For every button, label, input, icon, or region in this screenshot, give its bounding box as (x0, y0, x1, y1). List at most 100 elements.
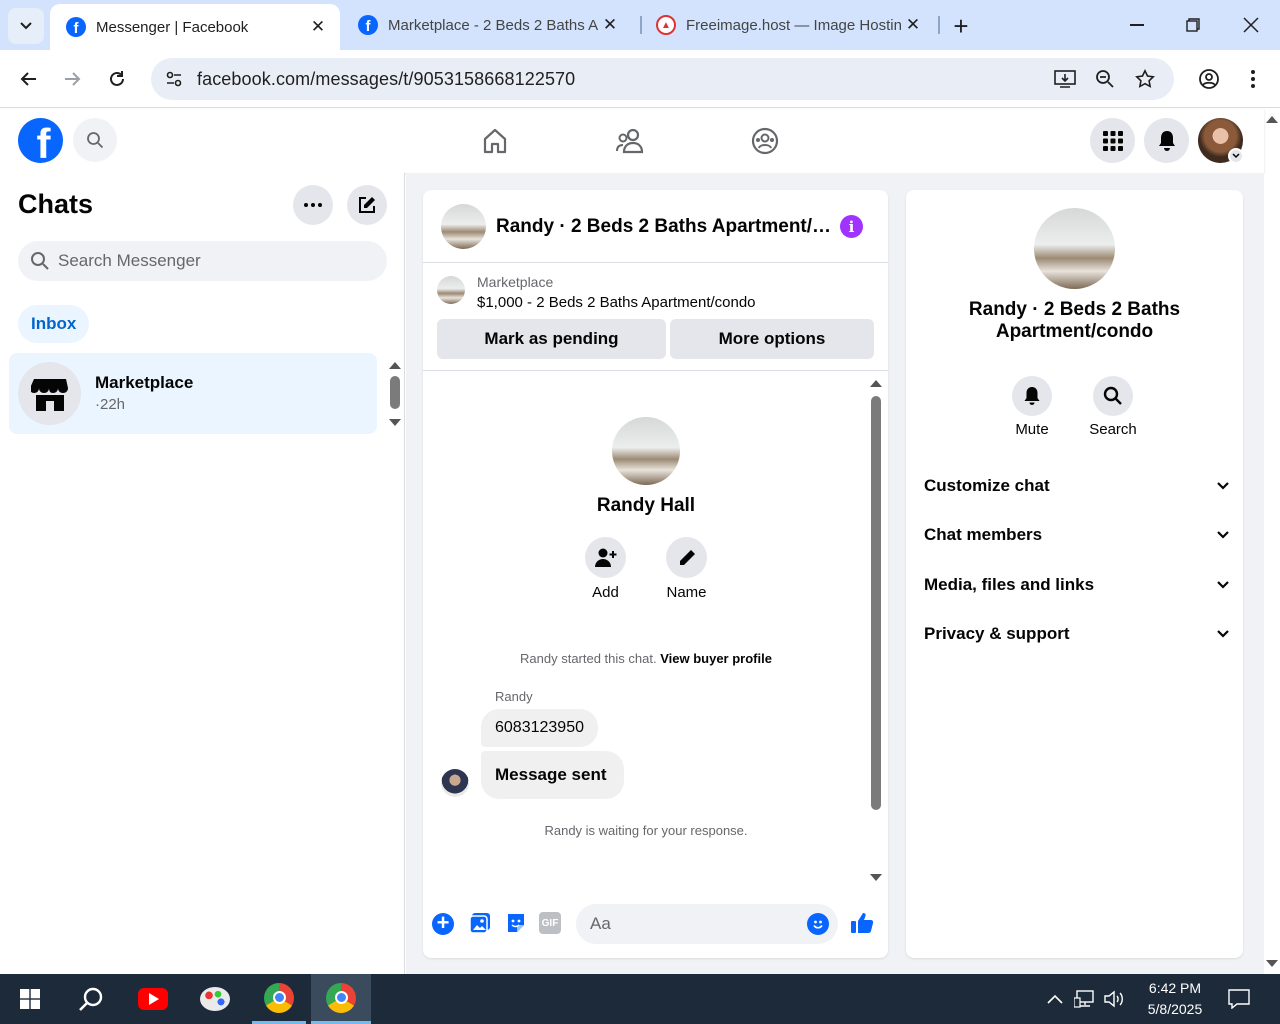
message-text: 6083123950 (495, 719, 584, 736)
minimize-window-button[interactable] (1112, 0, 1162, 50)
browser-menu-button[interactable] (1236, 62, 1270, 96)
address-bar[interactable]: facebook.com/messages/t/9053158668122570 (151, 58, 1174, 100)
facebook-logo[interactable]: f (18, 118, 63, 163)
photo-icon (469, 913, 490, 934)
more-actions-button[interactable]: + (432, 912, 454, 935)
bell-icon (1158, 130, 1175, 151)
facebook-search-button[interactable] (73, 118, 117, 162)
close-tab-icon[interactable]: ✕ (306, 17, 330, 37)
nav-groups[interactable] (730, 117, 800, 165)
restore-icon (1186, 18, 1200, 32)
forward-button[interactable] (55, 62, 89, 96)
notification-center-button[interactable] (1222, 974, 1256, 1024)
new-message-button[interactable] (347, 185, 387, 225)
sticker-button[interactable] (505, 912, 527, 934)
message-bubble[interactable]: Message sent (481, 751, 624, 799)
browser-toolbar: facebook.com/messages/t/9053158668122570 (0, 50, 1280, 108)
gif-button[interactable]: GIF (539, 912, 561, 934)
chat-list-scroll-up[interactable] (389, 362, 401, 369)
close-window-button[interactable] (1226, 0, 1276, 50)
reload-button[interactable] (100, 62, 134, 96)
listing-banner: Marketplace $1,000 - 2 Beds 2 Baths Apar… (423, 263, 888, 371)
chat-list-item[interactable]: Marketplace ·22h (9, 353, 377, 434)
add-people-button[interactable] (585, 537, 626, 578)
taskbar-chrome-1[interactable] (252, 974, 306, 1024)
thread-scrollbar[interactable] (871, 396, 881, 810)
install-app-button[interactable] (1050, 64, 1080, 94)
profile-button[interactable] (1192, 62, 1226, 96)
install-icon (1054, 70, 1076, 88)
nav-friends[interactable] (595, 117, 665, 165)
listing-title[interactable]: $1,000 - 2 Beds 2 Baths Apartment/condo (477, 294, 756, 311)
attach-photo-button[interactable] (469, 912, 491, 934)
send-like-button[interactable] (849, 910, 875, 936)
privacy-support-section[interactable]: Privacy & support (924, 621, 1230, 647)
composer-bar: + GIF Aa (423, 898, 888, 954)
bell-icon (1024, 387, 1040, 405)
site-info-button[interactable] (161, 66, 187, 92)
back-button[interactable] (12, 62, 46, 96)
conversation-title[interactable]: Randy · 2 Beds 2 Baths Apartment/… (496, 216, 831, 238)
more-options-button[interactable]: More options (670, 319, 874, 359)
chat-item-name: Marketplace (95, 373, 194, 392)
taskbar-paint-app[interactable] (186, 974, 244, 1024)
menu-button[interactable] (1090, 118, 1135, 163)
listing-thumbnail[interactable] (437, 276, 465, 304)
details-avatar[interactable] (1034, 208, 1115, 289)
tab-search-button[interactable] (8, 8, 44, 44)
chats-options-button[interactable] (293, 185, 333, 225)
thumbs-up-icon (851, 913, 874, 933)
message-input-placeholder: Aa (590, 914, 611, 933)
tab-messenger[interactable]: f Messenger | Facebook ✕ (50, 4, 340, 50)
taskbar-chrome-2[interactable] (311, 974, 371, 1024)
chat-list-scroll-down[interactable] (389, 419, 401, 426)
message-input[interactable]: Aa (576, 904, 838, 944)
close-tab-icon[interactable]: ✕ (901, 15, 925, 35)
page-scroll-up[interactable] (1266, 116, 1278, 123)
taskbar-youtube[interactable] (124, 974, 182, 1024)
inbox-filter-tab[interactable]: Inbox (18, 305, 90, 343)
close-tab-icon[interactable]: ✕ (598, 15, 622, 35)
thread-scroll-down[interactable] (870, 874, 882, 881)
tab-freeimage[interactable]: ▲ Freeimage.host — Image Hosting ✕ (640, 0, 935, 50)
page-scroll-down[interactable] (1266, 960, 1278, 967)
taskbar-search-button[interactable] (62, 974, 120, 1024)
account-circle-icon (1199, 69, 1219, 89)
mute-button[interactable] (1012, 376, 1052, 416)
chevron-down-icon (1217, 531, 1229, 539)
zoom-button[interactable] (1090, 64, 1120, 94)
customize-chat-section[interactable]: Customize chat (924, 473, 1230, 499)
chat-members-section[interactable]: Chat members (924, 522, 1230, 548)
nav-home[interactable] (460, 117, 530, 165)
profile-name: Randy Hall (596, 495, 696, 516)
show-hidden-icons-button[interactable] (1042, 974, 1068, 1024)
message-bubble[interactable]: 6083123950 (481, 709, 598, 747)
tab-marketplace[interactable]: f Marketplace - 2 Beds 2 Baths Apartment… (342, 0, 632, 50)
search-messenger-input[interactable]: Search Messenger (18, 241, 387, 281)
media-files-links-section[interactable]: Media, files and links (924, 572, 1230, 598)
profile-photo[interactable] (612, 417, 680, 485)
started-text: Randy started this chat. (520, 651, 657, 666)
search-in-conversation-button[interactable] (1093, 376, 1133, 416)
emoji-button[interactable] (807, 913, 829, 935)
edit-name-button[interactable] (666, 537, 707, 578)
conversation-avatar[interactable] (441, 204, 486, 249)
bookmark-button[interactable] (1130, 64, 1160, 94)
view-buyer-link[interactable]: View buyer profile (660, 651, 772, 666)
gif-label: GIF (541, 917, 559, 929)
mark-pending-button[interactable]: Mark as pending (437, 319, 666, 359)
clock-time: 6:42 PM (1148, 980, 1202, 996)
conversation-info-button[interactable]: i (840, 215, 863, 238)
account-chevron-icon[interactable] (1228, 148, 1244, 164)
new-tab-button[interactable]: + (945, 10, 977, 42)
thread-scroll-up[interactable] (870, 380, 882, 387)
clock[interactable]: 6:42 PM 5/8/2025 (1135, 978, 1215, 1020)
conversation-header: Randy · 2 Beds 2 Baths Apartment/… i (423, 190, 888, 263)
start-button[interactable] (0, 974, 60, 1024)
chat-list-scrollbar[interactable] (390, 376, 400, 409)
notifications-button[interactable] (1144, 118, 1189, 163)
sender-avatar[interactable] (441, 769, 469, 797)
volume-button[interactable] (1102, 974, 1128, 1024)
restore-window-button[interactable] (1168, 0, 1218, 50)
network-button[interactable] (1072, 974, 1098, 1024)
